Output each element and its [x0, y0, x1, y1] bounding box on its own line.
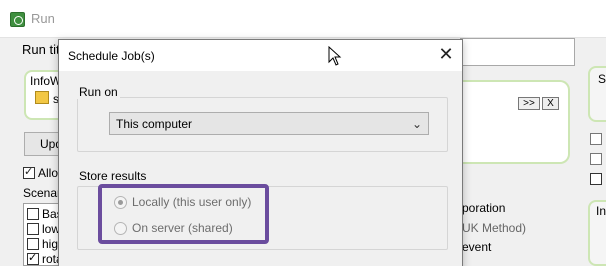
schedule-jobs-dialog: Schedule Job(s) ✕ Run on This computer ⌄… — [58, 39, 463, 266]
expand-button[interactable]: >> — [518, 97, 540, 110]
side-checkbox[interactable] — [590, 153, 602, 165]
chevron-down-icon: ⌄ — [411, 117, 422, 131]
allow-label: Allo — [38, 166, 59, 180]
allow-checkbox[interactable] — [23, 165, 35, 179]
radio-locally[interactable]: Locally (this user only) — [114, 195, 251, 209]
run-window-titlebar: Run — [0, 0, 606, 38]
scenario-checkbox[interactable] — [27, 208, 39, 220]
highlight-box — [98, 184, 269, 244]
app-icon — [10, 12, 25, 27]
dialog-titlebar: Schedule Job(s) ✕ — [59, 40, 462, 71]
radio-button[interactable] — [114, 195, 127, 209]
window-title: Run — [31, 11, 55, 26]
side-panel-label: Si — [598, 72, 606, 86]
scenario-checkbox[interactable] — [27, 238, 39, 250]
side-checkbox[interactable] — [590, 173, 602, 185]
run-title-label: Run titl — [22, 42, 63, 57]
panel-close-button[interactable]: X — [542, 97, 559, 110]
run-on-select[interactable]: This computer ⌄ — [109, 112, 429, 135]
run-title-input[interactable] — [460, 38, 575, 66]
radio-on-server[interactable]: On server (shared) — [114, 221, 233, 235]
mouse-cursor-icon — [328, 46, 342, 66]
scenario-checkbox[interactable] — [27, 223, 39, 235]
run-on-label: Run on — [77, 85, 120, 99]
corporation-text: poration — [462, 201, 506, 215]
close-icon[interactable]: ✕ — [435, 44, 457, 66]
scenario-list: Bas low high rota — [23, 203, 65, 266]
store-results-label: Store results — [77, 169, 149, 183]
info-panel-label: In — [596, 204, 606, 218]
radio-button[interactable] — [114, 221, 127, 235]
uk-method-text: UK Method) — [462, 221, 527, 235]
detail-panel — [462, 80, 570, 164]
info-window-label: InfoW — [30, 74, 62, 88]
radio-label: On server (shared) — [132, 221, 233, 235]
run-on-selected-value: This computer — [116, 117, 193, 131]
event-text: event — [462, 240, 492, 254]
scenario-item[interactable]: low — [27, 222, 60, 236]
side-checkbox[interactable] — [590, 133, 602, 145]
dialog-title: Schedule Job(s) — [68, 49, 155, 63]
info-icon — [35, 91, 49, 104]
scenario-checkbox[interactable] — [27, 251, 39, 265]
radio-label: Locally (this user only) — [132, 195, 252, 209]
